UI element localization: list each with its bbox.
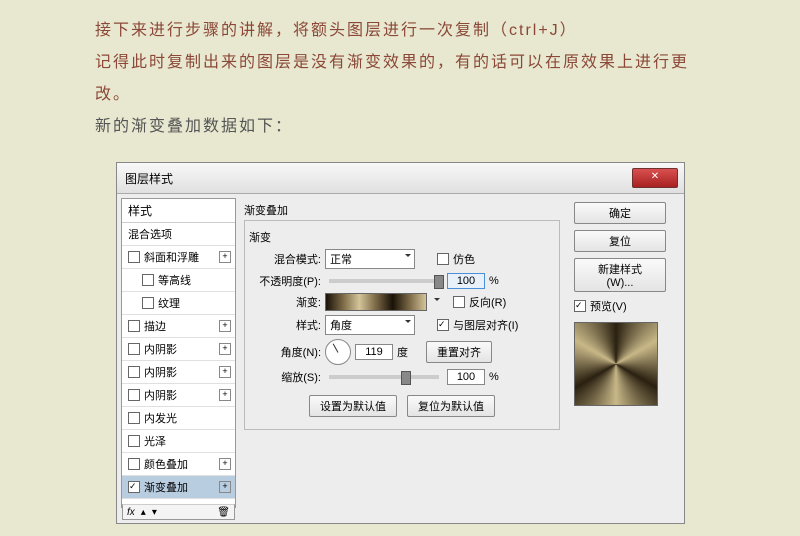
preview-checkbox[interactable] [574,300,586,312]
gradient-swatch[interactable] [325,293,427,311]
sidebar-checkbox-1[interactable] [128,251,140,263]
set-default-button[interactable]: 设置为默认值 [309,395,397,417]
sidebar-add-4[interactable]: + [219,320,231,332]
sidebar-label-2: 等高线 [158,272,191,288]
sidebar-label-1: 斜面和浮雕 [144,249,199,265]
sidebar-label-8: 内发光 [144,410,177,426]
trash-icon[interactable]: 🗑 [217,507,230,518]
sidebar-footer: fx ▴ ▾ 🗑 [122,504,235,520]
preview-label: 预览(V) [590,298,627,314]
fx-icon[interactable]: fx [127,507,135,518]
cancel-button[interactable]: 复位 [574,230,666,252]
sidebar-add-10[interactable]: + [219,458,231,470]
sidebar-label-7: 内阴影 [144,387,177,403]
sidebar-label-5: 内阴影 [144,341,177,357]
sidebar-item-4[interactable]: 描边 + [122,315,235,338]
align-checkbox[interactable] [437,319,449,331]
opacity-unit: % [489,275,499,287]
instruction-line3: 新的渐变叠加数据如下： [95,111,705,143]
new-style-button[interactable]: 新建样式(W)... [574,258,666,292]
sidebar-item-2[interactable]: 等高线 [122,269,235,292]
style-select[interactable]: 角度 [325,315,415,335]
titlebar[interactable]: 图层样式 ✕ [117,163,684,194]
sidebar-label-9: 光泽 [144,433,166,449]
angle-input[interactable]: 119 [355,344,393,360]
sidebar-item-1[interactable]: 斜面和浮雕 + [122,246,235,269]
sidebar-label-3: 纹理 [158,295,180,311]
sidebar-checkbox-3[interactable] [142,297,154,309]
sidebar-add-7[interactable]: + [219,389,231,401]
dither-checkbox[interactable] [437,253,449,265]
sidebar-item-10[interactable]: 颜色叠加 + [122,453,235,476]
sidebar-add-1[interactable]: + [219,251,231,263]
sidebar-label-11: 渐变叠加 [144,479,188,495]
reverse-checkbox[interactable] [453,296,465,308]
sidebar-add-11[interactable]: + [219,481,231,493]
blend-mode-label: 混合模式: [249,251,321,267]
opacity-label: 不透明度(P): [249,273,321,289]
sidebar-label-0: 混合选项 [128,226,172,242]
sidebar-item-7[interactable]: 内阴影 + [122,384,235,407]
scale-label: 缩放(S): [249,369,321,385]
sidebar-label-6: 内阴影 [144,364,177,380]
layer-style-dialog: 图层样式 ✕ 样式 混合选项斜面和浮雕 + 等高线纹理描边 + 内阴影 + 内阴影 + 内阴影 +… [116,162,685,524]
scale-unit: % [489,371,499,383]
angle-control[interactable] [325,339,351,365]
angle-label: 角度(N): [249,344,321,360]
sidebar-item-6[interactable]: 内阴影 + [122,361,235,384]
preview-swatch [574,322,658,406]
angle-unit: 度 [397,344,408,360]
reverse-label: 反向(R) [469,294,506,310]
dither-label: 仿色 [453,251,475,267]
sidebar-item-9[interactable]: 光泽 [122,430,235,453]
opacity-input[interactable]: 100 [447,273,485,289]
reset-default-button[interactable]: 复位为默认值 [407,395,495,417]
reset-align-button[interactable]: 重置对齐 [426,341,492,363]
sidebar-checkbox-7[interactable] [128,389,140,401]
sidebar-item-8[interactable]: 内发光 [122,407,235,430]
sidebar-item-11[interactable]: 渐变叠加 + [122,476,235,499]
group-title: 渐变叠加 [244,202,560,218]
sidebar-checkbox-2[interactable] [142,274,154,286]
sidebar-checkbox-11[interactable] [128,481,140,493]
sidebar-add-6[interactable]: + [219,366,231,378]
sidebar-checkbox-5[interactable] [128,343,140,355]
scale-slider[interactable] [329,375,439,379]
align-label: 与图层对齐(I) [453,317,518,333]
instruction-line1: 接下来进行步骤的讲解，将额头图层进行一次复制（ctrl+J） [95,15,705,47]
sidebar-item-0[interactable]: 混合选项 [122,223,235,246]
style-label: 样式: [249,317,321,333]
sidebar-item-5[interactable]: 内阴影 + [122,338,235,361]
sidebar-header[interactable]: 样式 [122,199,235,223]
sidebar-checkbox-9[interactable] [128,435,140,447]
opacity-slider[interactable] [329,279,439,283]
close-button[interactable]: ✕ [632,168,678,188]
dialog-title: 图层样式 [125,170,632,187]
instruction-line2: 记得此时复制出来的图层是没有渐变效果的，有的话可以在原效果上进行更改。 [95,47,705,111]
scale-input[interactable]: 100 [447,369,485,385]
footer-up-icon[interactable]: ▴ [141,507,146,518]
sidebar-label-10: 颜色叠加 [144,456,188,472]
styles-sidebar: 样式 混合选项斜面和浮雕 + 等高线纹理描边 + 内阴影 + 内阴影 + 内阴影 + 内发光光泽颜色… [121,198,236,508]
sidebar-label-4: 描边 [144,318,166,334]
blend-mode-select[interactable]: 正常 [325,249,415,269]
footer-down-icon[interactable]: ▾ [152,507,157,518]
sidebar-add-5[interactable]: + [219,343,231,355]
options-panel: 渐变叠加 渐变 混合模式: 正常 仿色 不透明度(P): 100 % 渐变 [236,198,568,508]
sidebar-checkbox-8[interactable] [128,412,140,424]
ok-button[interactable]: 确定 [574,202,666,224]
right-panel: 确定 复位 新建样式(W)... 预览(V) [568,198,680,508]
sidebar-checkbox-4[interactable] [128,320,140,332]
sidebar-checkbox-10[interactable] [128,458,140,470]
inner-title: 渐变 [249,229,555,245]
gradient-label: 渐变: [249,294,321,310]
sidebar-checkbox-6[interactable] [128,366,140,378]
sidebar-item-3[interactable]: 纹理 [122,292,235,315]
